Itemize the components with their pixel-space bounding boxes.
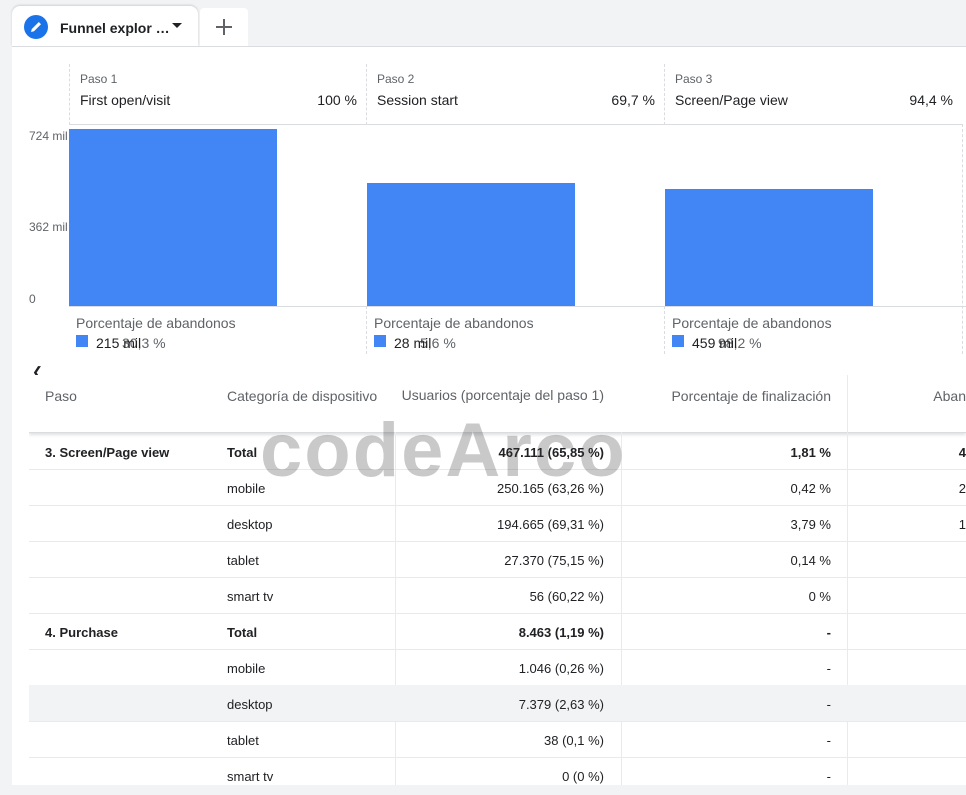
cell-users: 38 (0,1 %)	[544, 733, 604, 748]
tab-funnel-exploration[interactable]: Funnel explor …	[12, 6, 198, 46]
cell-users: 1.046 (0,26 %)	[518, 661, 604, 676]
cell-device: smart tv	[227, 769, 274, 784]
abandonment-value: 459 mil	[692, 335, 738, 351]
table-row[interactable]: desktop 194.665 (69,31 %) 3,79 % 1	[29, 505, 966, 542]
cell-users: 0 (0 %)	[562, 769, 604, 784]
bar-step-3[interactable]	[665, 189, 873, 306]
cell-step: 4. Purchase	[45, 625, 118, 640]
cell-completion: 0,42 %	[790, 481, 831, 496]
cell-completion: -	[826, 625, 831, 640]
cell-device: smart tv	[227, 589, 274, 604]
bar-step-2[interactable]	[367, 183, 575, 306]
cell-users: 8.463 (1,19 %)	[518, 625, 604, 640]
table-row[interactable]: tablet 27.370 (75,15 %) 0,14 %	[29, 541, 966, 578]
table-row[interactable]: smart tv 56 (60,22 %) 0 %	[29, 577, 966, 614]
table-row[interactable]: mobile 1.046 (0,26 %) -	[29, 649, 966, 686]
table-row[interactable]: smart tv 0 (0 %) -	[29, 757, 966, 785]
pencil-glyph	[31, 22, 41, 32]
cell-device: Total	[227, 625, 258, 640]
step-header-2: Paso 2 Session start 69,7 %	[366, 64, 665, 125]
column-header-step[interactable]: Paso	[45, 388, 77, 404]
cell-completion: -	[826, 661, 831, 676]
exploration-canvas: 724 mil 362 mil 0 Paso 1 First open/visi…	[12, 46, 966, 785]
cell-completion: 0 %	[808, 589, 831, 604]
column-header-users[interactable]: Usuarios (porcentaje del paso 1)	[399, 385, 604, 405]
step-number: Paso 3	[675, 72, 713, 86]
cell-users: 194.665 (69,31 %)	[497, 517, 604, 532]
header-divider	[847, 375, 848, 432]
abandonment-label: Porcentaje de abandonos	[672, 315, 832, 331]
abandonment-step-3: Porcentaje de abandonos 98,2 % 459 mil	[664, 306, 963, 354]
cell-aband: 1	[958, 517, 966, 532]
abandonment-label: Porcentaje de abandonos	[76, 315, 236, 331]
cell-completion: 3,79 %	[790, 517, 831, 532]
cell-completion: -	[826, 769, 831, 784]
cell-users: 56 (60,22 %)	[529, 589, 604, 604]
column-header-device[interactable]: Categoría de dispositivo	[227, 388, 377, 404]
step-header-1: Paso 1 First open/visit 100 %	[69, 64, 367, 125]
abandonment-step-2: Porcentaje de abandonos 5,6 % 28 mil	[366, 306, 665, 354]
column-header-abandonments[interactable]: Aban	[909, 388, 966, 404]
step-percentage: 100 %	[317, 92, 357, 108]
table-row[interactable]: 4. Purchase Total 8.463 (1,19 %) -	[29, 613, 966, 650]
cell-completion: -	[826, 697, 831, 712]
tab-bar: Funnel explor …	[0, 0, 966, 46]
abandonment-label: Porcentaje de abandonos	[374, 315, 534, 331]
pencil-icon[interactable]	[24, 15, 48, 39]
cell-device: tablet	[227, 733, 259, 748]
step-header-3: Paso 3 Screen/Page view 94,4 %	[664, 64, 963, 125]
add-tab-button[interactable]	[200, 8, 248, 46]
cell-aband: 2	[958, 481, 966, 496]
cell-aband: 4	[958, 445, 966, 460]
legend-swatch	[76, 335, 88, 347]
cell-device: mobile	[227, 661, 266, 676]
legend-swatch	[672, 335, 684, 347]
table-row[interactable]: tablet 38 (0,1 %) -	[29, 721, 966, 758]
step-name: First open/visit	[80, 92, 171, 108]
step-number: Paso 1	[80, 72, 118, 86]
step-number: Paso 2	[377, 72, 415, 86]
table-row[interactable]: desktop 7.379 (2,63 %) -	[29, 685, 966, 722]
step-percentage: 69,7 %	[611, 92, 655, 108]
cell-users: 27.370 (75,15 %)	[504, 553, 604, 568]
y-tick-label: 0	[29, 292, 36, 306]
cell-step: 3. Screen/Page view	[45, 445, 170, 460]
legend-swatch	[374, 335, 386, 347]
watermark: codeArco	[260, 408, 627, 493]
column-header-completion[interactable]: Porcentaje de finalización	[629, 388, 831, 404]
step-percentage: 94,4 %	[909, 92, 953, 108]
cell-users: 7.379 (2,63 %)	[518, 697, 604, 712]
bar-step-1[interactable]	[69, 129, 277, 306]
abandonment-step-1: Porcentaje de abandonos 30,3 % 215 mil	[69, 306, 366, 354]
chevron-down-icon[interactable]	[172, 23, 182, 28]
abandonment-value: 215 mil	[96, 335, 142, 351]
y-tick-label: 724 mil	[29, 129, 68, 143]
cell-completion: -	[826, 733, 831, 748]
y-tick-label: 362 mil	[29, 220, 68, 234]
cell-completion: 0,14 %	[790, 553, 831, 568]
cell-device: desktop	[227, 697, 273, 712]
cell-device: tablet	[227, 553, 259, 568]
cell-device: desktop	[227, 517, 273, 532]
step-name: Screen/Page view	[675, 92, 788, 108]
tab-label: Funnel explor …	[60, 20, 170, 36]
plus-icon	[216, 19, 232, 35]
cell-completion: 1,81 %	[790, 445, 831, 460]
abandonment-value: 28 mil	[394, 335, 432, 351]
step-name: Session start	[377, 92, 458, 108]
funnel-chart: 724 mil 362 mil 0 Paso 1 First open/visi…	[12, 64, 966, 359]
